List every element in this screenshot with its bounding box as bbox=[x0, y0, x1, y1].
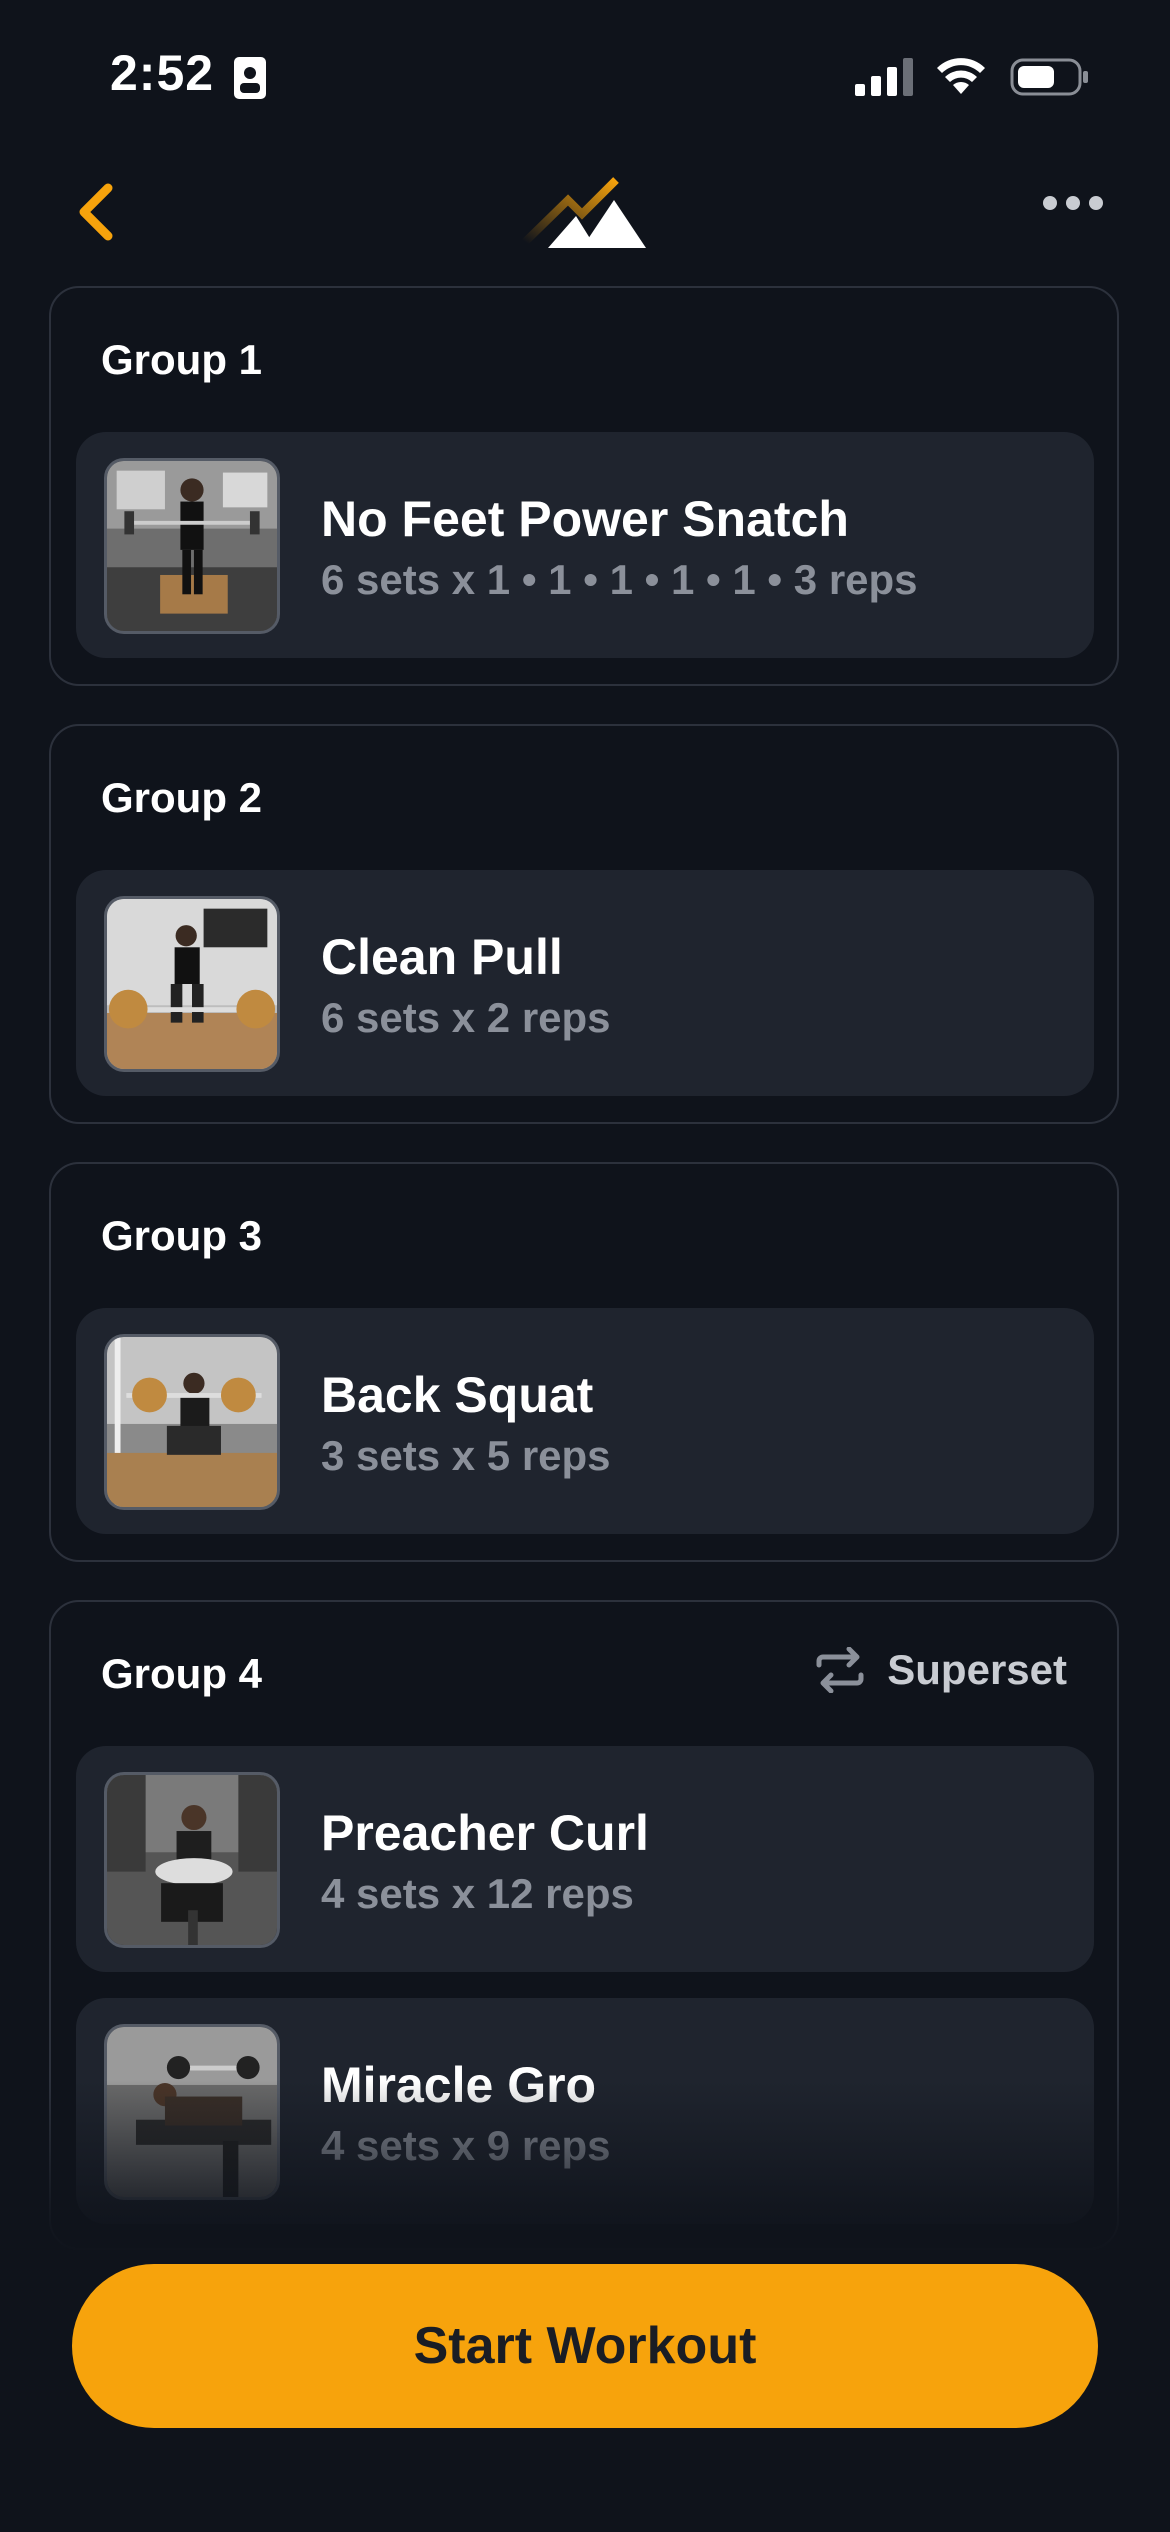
exercise-sets: 6 sets x 1 • 1 • 1 • 1 • 1 • 3 reps bbox=[321, 556, 918, 603]
exercise-photo-icon bbox=[107, 461, 277, 631]
group-card: Group 1 No Feet Power Snatch 6 sets x 1 … bbox=[49, 286, 1119, 686]
start-workout-button[interactable]: Start Workout bbox=[72, 2264, 1098, 2428]
swap-arrows-icon bbox=[816, 1647, 864, 1693]
exercise-name: Clean Pull bbox=[321, 929, 563, 985]
app-logo-icon bbox=[522, 177, 646, 248]
exercise-photo-icon bbox=[107, 1337, 277, 1507]
exercise-sets: 3 sets x 5 reps bbox=[321, 1432, 611, 1479]
navigation-bar bbox=[0, 160, 1170, 270]
exercise-thumbnail bbox=[104, 458, 280, 634]
sim-card-icon bbox=[234, 57, 266, 99]
superset-badge: Superset bbox=[815, 1646, 1067, 1694]
group-title: Group 1 bbox=[101, 336, 263, 383]
cellular-signal-icon bbox=[855, 58, 913, 96]
exercise-card[interactable]: Clean Pull 6 sets x 2 reps bbox=[76, 870, 1094, 1096]
more-options-icon[interactable] bbox=[1040, 188, 1106, 218]
exercise-thumbnail bbox=[104, 896, 280, 1072]
battery-icon bbox=[1010, 58, 1088, 96]
status-bar: 2:52 bbox=[0, 0, 1170, 150]
group-title: Group 3 bbox=[101, 1212, 263, 1259]
exercise-photo-icon bbox=[107, 899, 277, 1069]
exercise-card[interactable]: Back Squat 3 sets x 5 reps bbox=[76, 1308, 1094, 1534]
exercise-name: No Feet Power Snatch bbox=[321, 491, 849, 547]
exercise-thumbnail bbox=[104, 2024, 280, 2200]
group-title: Group 2 bbox=[101, 774, 263, 821]
group-card: Group 4 Superset Preacher Curl 4 sets x … bbox=[49, 1600, 1119, 2250]
back-chevron-icon[interactable] bbox=[70, 180, 120, 244]
group-title: Group 4 bbox=[101, 1650, 263, 1697]
exercise-sets: 6 sets x 2 reps bbox=[321, 994, 611, 1041]
exercise-card[interactable]: Miracle Gro 4 sets x 9 reps bbox=[76, 1998, 1094, 2224]
exercise-photo-icon bbox=[107, 1775, 277, 1945]
exercise-card[interactable]: No Feet Power Snatch 6 sets x 1 • 1 • 1 … bbox=[76, 432, 1094, 658]
exercise-name: Back Squat bbox=[321, 1367, 594, 1423]
group-card: Group 2 Clean Pull 6 sets x 2 reps bbox=[49, 724, 1119, 1124]
exercise-card[interactable]: Preacher Curl 4 sets x 12 reps bbox=[76, 1746, 1094, 1972]
exercise-photo-icon bbox=[107, 2027, 277, 2197]
exercise-name: Miracle Gro bbox=[321, 2057, 597, 2113]
group-card: Group 3 Back Squat 3 sets x 5 reps bbox=[49, 1162, 1119, 1562]
exercise-thumbnail bbox=[104, 1772, 280, 1948]
exercise-sets: 4 sets x 9 reps bbox=[321, 2122, 611, 2169]
wifi-icon bbox=[937, 58, 985, 94]
status-time: 2:52 bbox=[110, 45, 215, 101]
exercise-sets: 4 sets x 12 reps bbox=[321, 1870, 634, 1917]
exercise-thumbnail bbox=[104, 1334, 280, 1510]
exercise-name: Preacher Curl bbox=[321, 1805, 649, 1861]
superset-label: Superset bbox=[887, 1646, 1067, 1693]
